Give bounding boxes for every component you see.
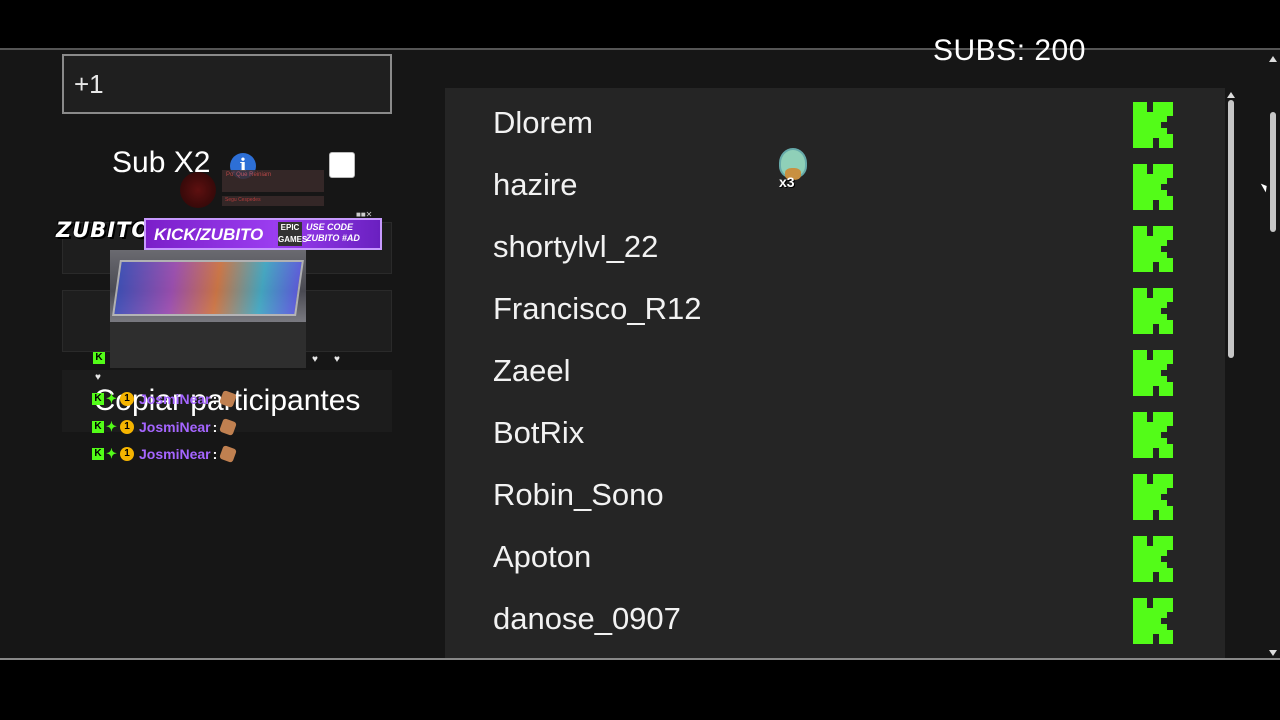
chat-username: JosmiNear	[139, 419, 211, 436]
kick-banner-text: KICK/ZUBITO	[154, 225, 264, 244]
participant-row: hazire	[445, 154, 1225, 216]
heart-badge-icon: ♥	[312, 354, 318, 365]
kick-logo-icon	[1133, 226, 1173, 272]
participant-row: Dlorem	[445, 92, 1225, 154]
participant-name: shortylvl_22	[493, 229, 659, 264]
window-controls-icon: ■■✕	[356, 210, 373, 219]
kick-logo-icon	[1133, 164, 1173, 210]
scroll-down-icon[interactable]	[1269, 650, 1277, 656]
participant-row: BotRix	[445, 402, 1225, 464]
emote-count: x3	[779, 174, 795, 190]
emote-icon	[219, 445, 238, 464]
subs-counter: SUBS: 200	[933, 34, 1086, 67]
participant-name: danose_0907	[493, 601, 681, 636]
kick-logo-icon	[1133, 102, 1173, 148]
sub-badge-icon: 1	[120, 447, 134, 462]
kick-logo-icon	[1133, 474, 1173, 520]
emote-icon	[219, 418, 238, 437]
kick-logo-icon	[1133, 288, 1173, 334]
kick-banner: KICK/ZUBITO EPIC GAMES USE CODE ZUBITO #…	[144, 218, 382, 250]
screen: Sub X2 i Copiar participantes Po' Que Re…	[0, 0, 1280, 720]
scroll-up-icon[interactable]	[1227, 92, 1235, 98]
epic-games-logo: EPIC GAMES	[278, 222, 308, 246]
page-scroll-thumb[interactable]	[1270, 112, 1276, 232]
page-scrollbar[interactable]	[1266, 50, 1280, 658]
scroll-up-icon[interactable]	[1269, 56, 1277, 62]
sub-badge-icon: 1	[120, 392, 134, 407]
participant-name: Francisco_R12	[493, 291, 702, 326]
stream-banner: ZUBITO KICK/ZUBITO EPIC GAMES USE CODE Z…	[56, 210, 382, 250]
emote-icon	[219, 390, 238, 409]
participant-name: Robin_Sono	[493, 477, 664, 512]
entry-input[interactable]	[62, 54, 392, 114]
participant-name: hazire	[493, 167, 578, 202]
webcam-feed	[110, 250, 306, 368]
participant-name: Apoton	[493, 539, 592, 574]
kick-logo-icon	[1133, 412, 1173, 458]
participant-name: Zaeel	[493, 353, 571, 388]
keyboard-image	[112, 260, 304, 316]
kick-logo-icon	[1133, 350, 1173, 396]
participant-row: shortylvl_22	[445, 216, 1225, 278]
kick-logo-icon	[1133, 598, 1173, 644]
chat-username: JosmiNear	[139, 391, 211, 408]
gift-badge-icon: ✦	[106, 391, 117, 407]
kick-badge-icon: K	[92, 448, 104, 461]
participant-row: Apoton	[445, 526, 1225, 588]
list-scrollbar[interactable]	[1224, 90, 1238, 658]
participant-row: Zaeel	[445, 340, 1225, 402]
live-title: Po' Que Reiniam	[222, 170, 324, 192]
desk-image	[110, 322, 306, 368]
participant-name: Dlorem	[493, 105, 593, 140]
sub-multiplier-checkbox[interactable]	[329, 152, 355, 178]
participant-row: Robin_Sono	[445, 464, 1225, 526]
kick-badge-icon: K	[92, 421, 104, 434]
radio-logo-icon	[180, 172, 216, 208]
chat-message: K ✦ 1 JosmiNear:	[92, 445, 238, 465]
participant-row: danose_0907	[445, 588, 1225, 650]
live-widget: Po' Que Reiniam Segu Cespedes	[180, 168, 326, 210]
participants-list[interactable]: Dlorem hazire shortylvl_22 Francisco_R12 Zae…	[445, 88, 1225, 658]
heart-badge-icon: ♥	[95, 372, 101, 383]
gift-badge-icon: ✦	[106, 446, 117, 462]
creator-code: USE CODE ZUBITO #AD	[306, 222, 360, 243]
participant-row: Francisco_R12	[445, 278, 1225, 340]
app-window: Sub X2 i Copiar participantes Po' Que Re…	[0, 48, 1280, 660]
heart-badge-icon: ♥	[334, 354, 340, 365]
live-subtitle: Segu Cespedes	[222, 196, 324, 206]
chat-message: K ✦ 1 JosmiNear:	[92, 390, 238, 410]
gift-badge-icon: ✦	[106, 419, 117, 435]
list-scroll-thumb[interactable]	[1228, 100, 1234, 358]
kick-badge-icon: K	[92, 393, 104, 406]
chat-username: JosmiNear	[139, 446, 211, 463]
sub-badge-icon: 1	[120, 420, 134, 435]
kick-logo-icon	[1133, 536, 1173, 582]
streamer-logo: ZUBITO	[56, 218, 151, 242]
squirtle-emote-icon: x3	[775, 148, 811, 198]
participant-name: BotRix	[493, 415, 585, 450]
kick-badge-icon: K	[93, 352, 105, 364]
chat-message: K ✦ 1 JosmiNear:	[92, 418, 238, 438]
